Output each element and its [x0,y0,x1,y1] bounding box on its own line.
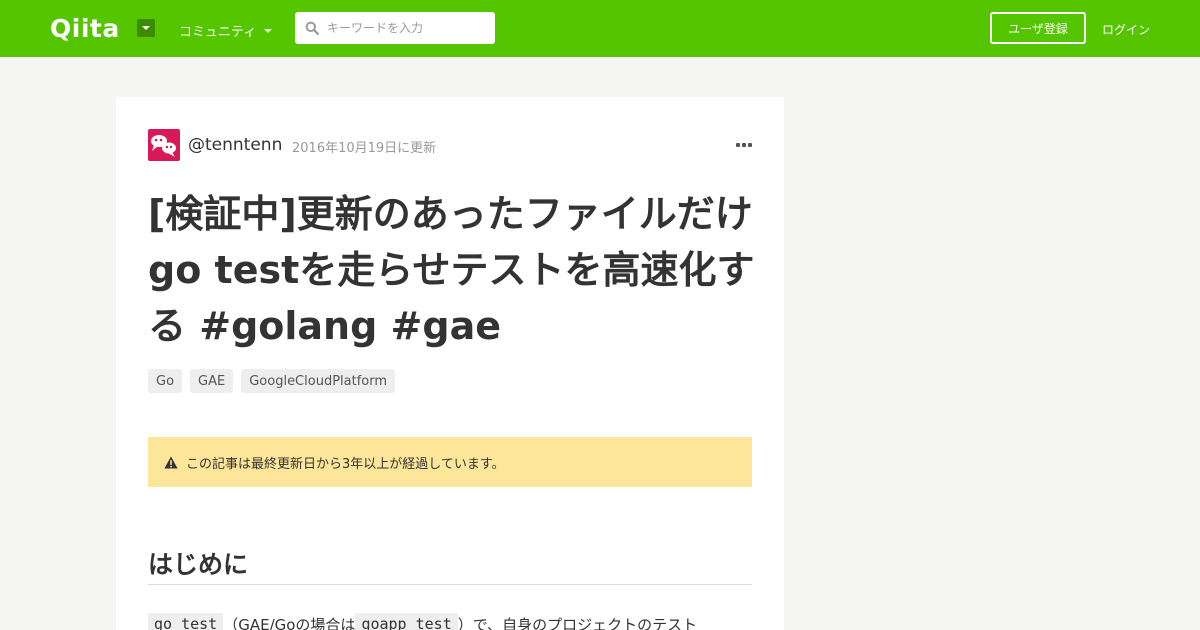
search-box [295,12,495,44]
article-title: [検証中]更新のあったファイルだけgo testを走らせテストを高速化する #g… [148,192,755,348]
body-text: ）で、自身のプロジェクトのテスト [457,615,698,630]
caret-down-icon [264,28,273,33]
inline-code: goapp test [355,613,458,630]
dot [736,143,740,147]
dot [748,143,752,147]
notice-text: この記事は最終更新日から3年以上が経過しています。 [186,456,505,472]
inline-code: go test [148,613,224,630]
signup-button[interactable]: ユーザ登録 [990,12,1086,44]
author-name[interactable]: @tenntenn [188,135,282,155]
chevron-down-icon[interactable] [137,19,155,37]
outdated-notice: この記事は最終更新日から3年以上が経過しています。 [148,437,752,487]
more-icon[interactable] [736,140,752,150]
avatar[interactable] [148,129,180,161]
global-header: Qiita コミュニティ ユーザ登録 ログイン [0,0,1200,57]
search-icon [305,21,319,35]
tag-googlecloudplatform[interactable]: GoogleCloudPlatform [241,369,396,393]
section-heading: はじめに [148,545,752,585]
qiita-logo[interactable]: Qiita [50,14,120,43]
tag-go[interactable]: Go [148,369,183,393]
community-label: コミュニティ [179,25,257,40]
warning-icon [164,456,178,468]
dot [742,143,746,147]
community-menu[interactable]: コミュニティ [179,21,273,40]
body-text: （GAE/Goの場合は [223,615,356,630]
search-input[interactable] [325,12,489,44]
body-paragraph: go test （GAE/Goの場合は goapp test ）で、自身のプロジ… [148,612,752,630]
tag-list: Go GAE GoogleCloudPlatform [148,369,396,393]
tag-gae[interactable]: GAE [190,369,234,393]
updated-date: 2016年10月19日に更新 [292,141,437,156]
login-link[interactable]: ログイン [1102,21,1150,38]
